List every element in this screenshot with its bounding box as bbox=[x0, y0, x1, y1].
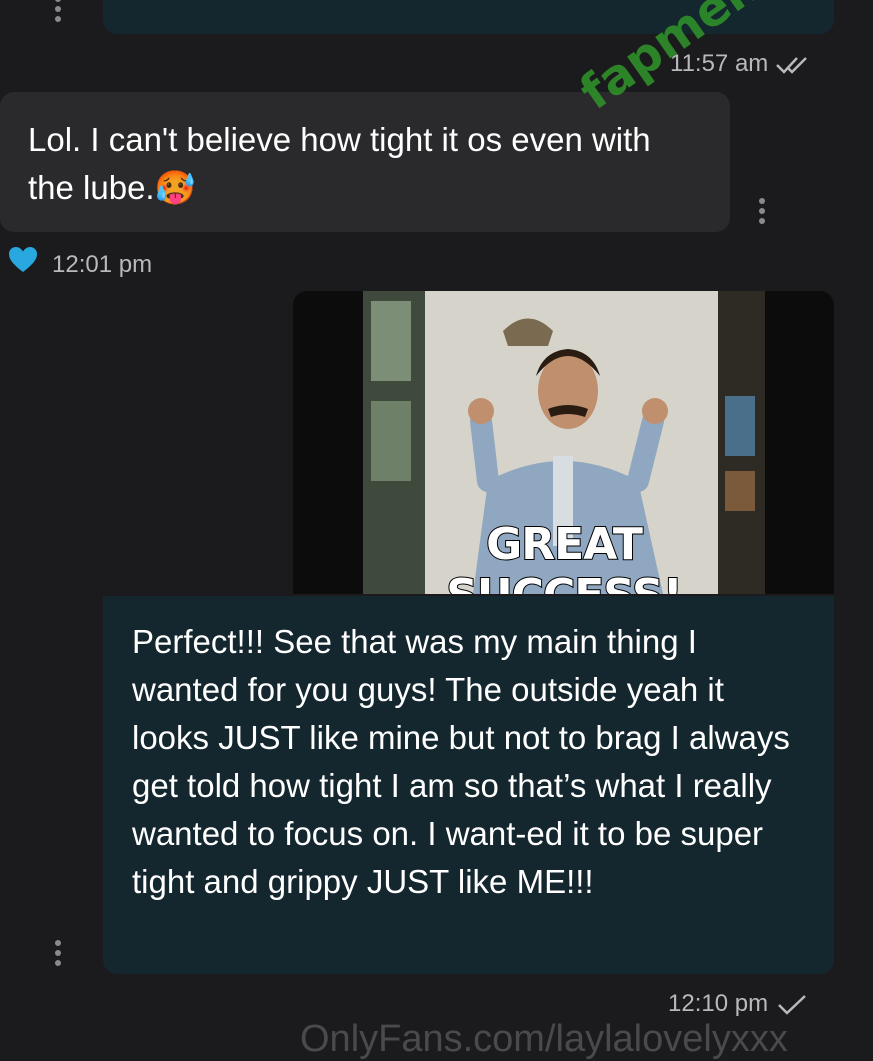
message-time: 12:01 pm bbox=[52, 251, 152, 279]
time-label: 12:10 pm bbox=[668, 990, 769, 1017]
message-time: 12:10 pm bbox=[668, 990, 811, 1018]
footer-watermark: OnlyFans.com/laylalovelyxxx bbox=[300, 1018, 788, 1060]
message-options-icon[interactable] bbox=[54, 940, 62, 970]
time-label: 11:57 am bbox=[670, 50, 769, 77]
gif-caption: GREAT SUCCESS! bbox=[445, 518, 684, 594]
double-check-icon bbox=[776, 56, 807, 74]
gif-image[interactable]: GREAT SUCCESS! bbox=[363, 291, 765, 594]
sent-message-bubble[interactable] bbox=[103, 0, 834, 34]
media-attachment[interactable]: GREAT SUCCESS! bbox=[293, 291, 834, 594]
message-text: Perfect!!! See that was my main thing I … bbox=[132, 623, 790, 900]
time-label: 12:01 pm bbox=[52, 251, 153, 278]
message-options-icon[interactable] bbox=[758, 198, 766, 228]
single-check-icon bbox=[777, 994, 806, 1015]
message-text: Lol. I can't believe how tight it os eve… bbox=[28, 121, 651, 206]
message-options-icon[interactable] bbox=[54, 0, 62, 26]
message-time: 11:57 am bbox=[670, 50, 815, 78]
heart-icon[interactable] bbox=[8, 246, 38, 274]
received-message-bubble[interactable]: Lol. I can't believe how tight it os eve… bbox=[0, 92, 730, 232]
sent-message-bubble[interactable]: Perfect!!! See that was my main thing I … bbox=[103, 596, 834, 974]
